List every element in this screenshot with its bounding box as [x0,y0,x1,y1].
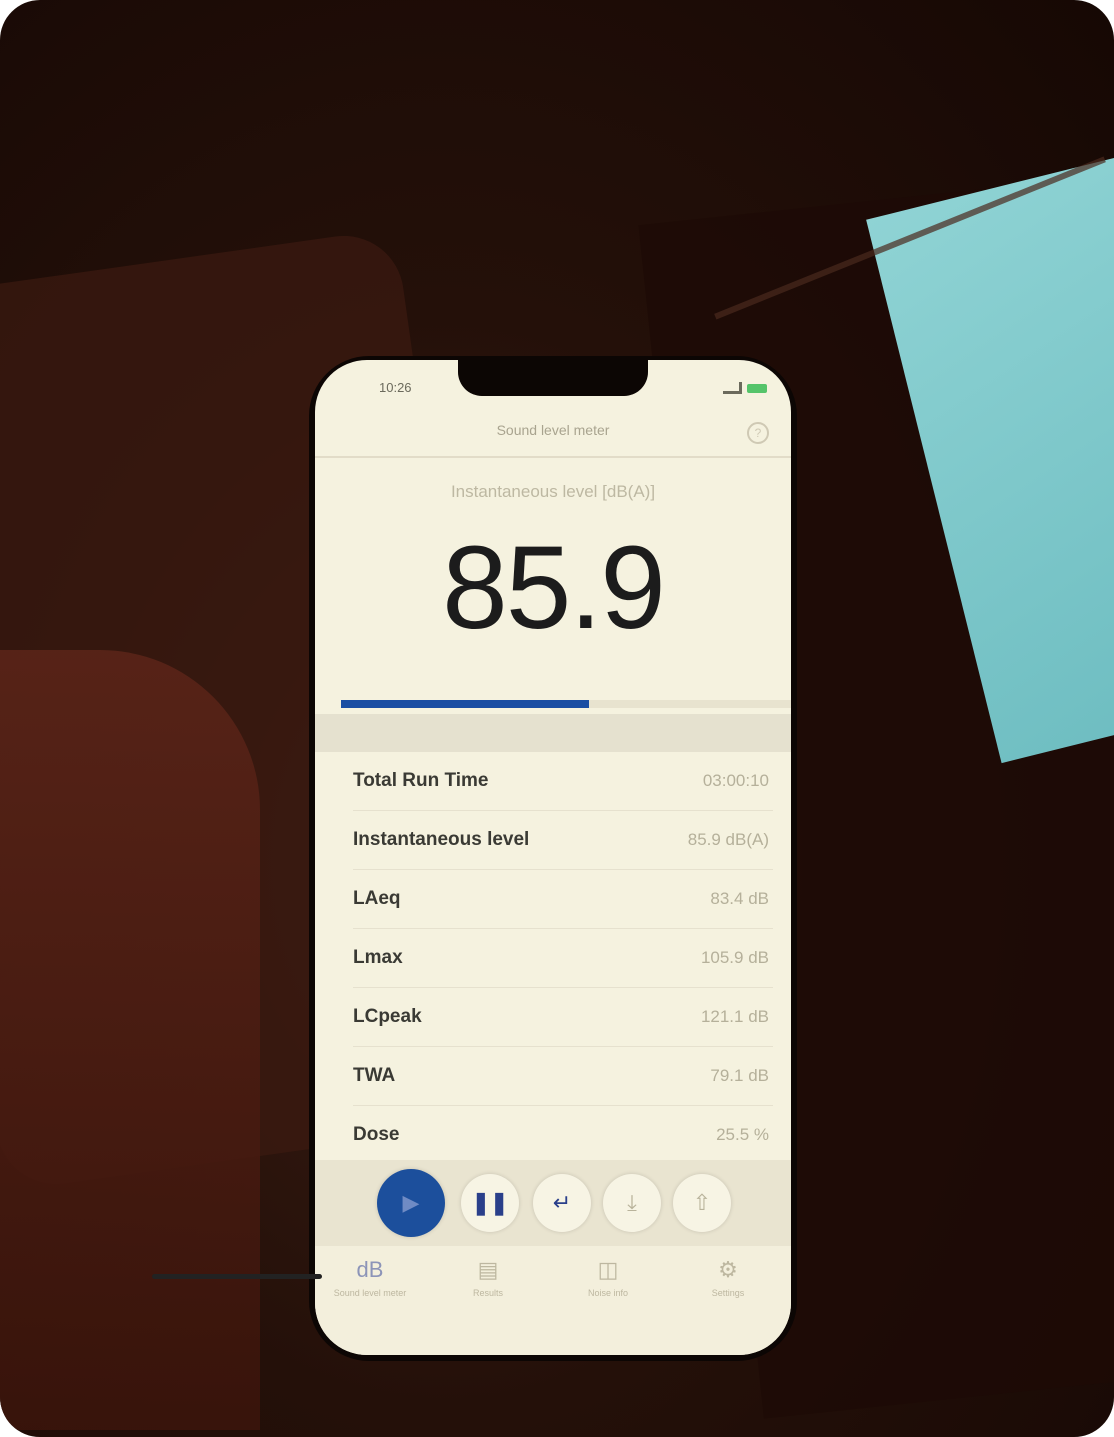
nav-bar: Sound level meter ? [315,410,791,458]
level-bar-fill [341,700,589,708]
stat-value: 25.5 % [716,1125,769,1144]
reset-button[interactable]: ↵ [533,1174,591,1232]
tab-icon-db: dB [356,1257,384,1282]
stat-value: 121.1 dB [700,1007,769,1026]
stat-row: Dose 25.5 % [353,1106,773,1165]
stat-row: Lmax 105.9 dB [353,929,773,988]
stat-value: 85.9 dB(A) [687,830,769,849]
stat-label: LAeq [353,888,401,909]
stat-label: Lmax [353,947,403,968]
tab-results[interactable]: ▤ Results [433,1256,543,1298]
level-label: Instantaneous level [dB(A)] [450,482,656,501]
control-bar: ▶ ❚❚ ↵ ⤓ ⇧ [315,1160,791,1246]
pause-icon: ❚❚ [471,1190,509,1215]
tab-settings[interactable]: ⚙ Settings [673,1256,783,1298]
gear-icon: ⚙ [718,1257,738,1282]
status-time: 10:26 [379,380,412,395]
status-icons [723,382,767,394]
share-button[interactable]: ⇧ [673,1174,731,1232]
stat-label: TWA [353,1065,396,1086]
stat-value: 03:00:10 [702,771,769,790]
play-icon: ▶ [402,1190,420,1215]
tab-label: Settings [711,1288,745,1298]
home-indicator[interactable] [152,1274,322,1279]
stat-value: 79.1 dB [710,1066,769,1085]
save-button[interactable]: ⤓ [603,1174,661,1232]
reset-icon: ↵ [552,1190,572,1215]
background-shape [0,650,260,1430]
page-title: Sound level meter [496,422,610,438]
play-button[interactable]: ▶ [377,1169,445,1237]
stat-label: Instantaneous level [353,829,530,850]
question-circle-icon[interactable]: ? [747,422,769,444]
tab-bar: dB Sound level meter ▤ Results ◫ Noise i… [315,1246,791,1355]
download-icon: ⤓ [627,1190,637,1215]
pause-button[interactable]: ❚❚ [461,1174,519,1232]
stat-row: LAeq 83.4 dB [353,870,773,929]
archive-icon: ▤ [477,1257,499,1282]
stat-value: 83.4 dB [710,889,769,908]
share-icon: ⇧ [692,1190,712,1215]
stat-value: 105.9 dB [700,948,769,967]
stat-row: Instantaneous level 85.9 dB(A) [353,811,773,870]
stat-label: LCpeak [353,1006,422,1027]
divider-band [315,714,791,752]
phone-screen: 10:26 Sound level meter ? Instantaneous … [315,360,791,1355]
level-bar [341,700,791,708]
signal-icon [723,382,742,394]
tab-label: Noise info [587,1288,629,1298]
tab-label: Results [472,1288,503,1298]
stat-row: Total Run Time 03:00:10 [353,752,773,811]
stat-row: TWA 79.1 dB [353,1047,773,1106]
stat-row: LCpeak 121.1 dB [353,988,773,1047]
tab-sound-level-meter[interactable]: dB Sound level meter [315,1256,425,1298]
notch [458,360,648,396]
stat-label: Total Run Time [353,770,489,791]
book-icon: ◫ [597,1257,619,1282]
tab-noise-info[interactable]: ◫ Noise info [553,1256,663,1298]
stat-label: Dose [353,1124,400,1145]
stats-list: Total Run Time 03:00:10 Instantaneous le… [353,752,773,1165]
level-value: 85.9 [442,522,666,654]
tab-label: Sound level meter [333,1288,407,1298]
battery-icon [747,383,767,393]
